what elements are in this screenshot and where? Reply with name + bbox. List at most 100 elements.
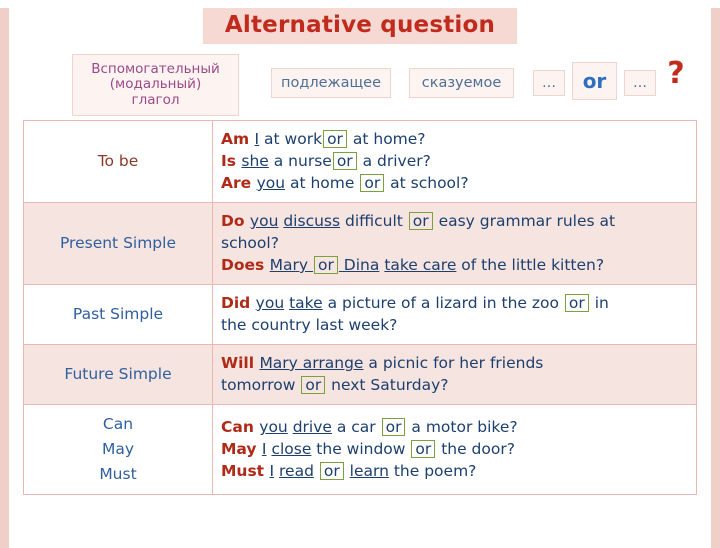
sentence-text: at home <box>285 174 360 192</box>
underlined-part: Mary <box>259 354 303 372</box>
row-label: Present Simple <box>23 202 213 285</box>
sentence-text: easy grammar rules at <box>433 212 616 230</box>
example-line: Will Mary arrange a picnic for her frien… <box>221 352 688 374</box>
underlined-part: you <box>259 418 288 437</box>
header-auxiliary-line3: глагол <box>131 91 180 108</box>
underlined-part: take <box>289 294 323 312</box>
table-body: To be Am I at work or at home? Is she a nur… <box>23 120 697 496</box>
sentence-text <box>314 462 319 480</box>
underlined-part: drive <box>292 418 332 437</box>
underlined-part: arrange <box>302 354 364 372</box>
table-row: To be Am I at work or at home? Is she a nur… <box>23 120 697 203</box>
aux-verb: Did <box>221 294 256 312</box>
table-row: Present Simple Do you discuss difficult o… <box>23 202 697 285</box>
sentence-text: tomorrow <box>221 376 301 394</box>
underlined-part: I <box>261 440 267 459</box>
aux-verb: Can <box>221 418 260 437</box>
aux-verb: Are <box>221 174 257 192</box>
header-dots-right: … <box>624 70 656 96</box>
or-box: or <box>564 294 589 313</box>
sentence-text: at home? <box>347 130 426 148</box>
underlined-part: take care <box>384 256 457 274</box>
sentence-text: school? <box>221 234 279 252</box>
header-question-mark: ? <box>667 55 685 91</box>
header-auxiliary-line2: (модальный) <box>109 76 202 93</box>
table-row: Can May Must Can you drive a car or a motor… <box>23 403 697 496</box>
aux-verb: Does <box>221 256 270 274</box>
title-container: Alternative question <box>9 8 711 44</box>
row-examples: Did you take a picture of a lizard in th… <box>212 284 697 345</box>
row-examples: Am I at work or at home? Is she a nurse or … <box>212 120 697 203</box>
row-label-line: Can <box>102 415 134 433</box>
example-line: Must I read or learn the poem? <box>221 460 688 482</box>
sentence-text: in <box>589 294 609 312</box>
header-predicate: сказуемое <box>409 68 514 98</box>
or-box: or <box>360 174 385 193</box>
aux-verb: Am <box>221 130 255 148</box>
table-row: Past Simple Did you take a picture of a l… <box>23 284 697 345</box>
sentence-pattern-header: Вспомогательный (модальный) глагол подле… <box>9 50 711 120</box>
underlined-part: discuss <box>283 212 341 230</box>
row-label: Past Simple <box>23 284 213 345</box>
or-box: or <box>314 256 338 275</box>
or-box: or <box>408 212 433 231</box>
example-line: Am I at work or at home? <box>221 128 688 150</box>
underlined-part: she <box>241 152 269 170</box>
sentence-text: the poem? <box>388 462 477 481</box>
header-subject: подлежащее <box>271 68 391 98</box>
example-line: Does Mary or Dina take care of the littl… <box>221 254 688 276</box>
sentence-text: the door? <box>436 440 515 459</box>
slide-page: Alternative question Вспомогательный (мо… <box>0 8 720 548</box>
sentence-text: the country last week? <box>221 316 398 334</box>
header-auxiliary-line1: Вспомогательный <box>91 60 220 77</box>
example-line: tomorrow or next Saturday? <box>221 374 688 396</box>
example-line: school? <box>221 232 688 254</box>
sentence-text: difficult <box>340 212 408 230</box>
underlined-part: learn <box>349 462 389 481</box>
sentence-text: at work <box>259 130 323 148</box>
or-box: or <box>319 462 344 481</box>
sentence-text: of the little kitten? <box>456 256 605 274</box>
aux-verb: Is <box>221 152 242 170</box>
example-line: Is she a nurse or a driver? <box>221 150 688 172</box>
example-line: Do you discuss difficult or easy grammar… <box>221 210 688 232</box>
underlined-part: Mary <box>269 256 314 274</box>
row-label-line: Must <box>99 464 137 483</box>
underlined-part: close <box>271 440 312 459</box>
sentence-text: a driver? <box>357 152 431 170</box>
sentence-text: at school? <box>385 174 469 192</box>
underlined-part: you <box>255 294 285 312</box>
header-auxiliary-verb: Вспомогательный (модальный) глагол <box>72 54 239 116</box>
aux-verb: Will <box>221 354 260 372</box>
header-dots-left: … <box>533 70 565 96</box>
or-box: or <box>381 418 406 437</box>
row-examples: Do you discuss difficult or easy grammar… <box>212 202 697 285</box>
or-box: or <box>411 440 436 459</box>
row-label-line: May <box>101 439 135 458</box>
sentence-text: a nurse <box>268 152 332 170</box>
sentence-text: a motor bike? <box>406 418 518 437</box>
sentence-text: a car <box>331 418 381 437</box>
row-examples: Will Mary arrange a picnic for her frien… <box>212 344 697 405</box>
sentence-text: a picture of a lizard in the zoo <box>322 294 564 312</box>
example-line: Did you take a picture of a lizard in th… <box>221 292 688 314</box>
underlined-part: you <box>256 174 286 192</box>
sentence-text: next Saturday? <box>326 376 449 394</box>
aux-verb: May <box>221 440 262 459</box>
or-box: or <box>323 130 347 149</box>
aux-verb: Must <box>221 462 270 481</box>
row-label: Future Simple <box>23 344 213 405</box>
tense-examples-table: To be Am I at work or at home? Is she a nur… <box>23 120 697 496</box>
underlined-part: read <box>279 462 314 481</box>
sentence-text: a picnic for her friends <box>363 354 544 372</box>
row-label: To be <box>23 120 213 203</box>
page-title: Alternative question <box>202 8 518 44</box>
header-or: or <box>572 62 617 100</box>
example-line: Can you drive a car or a motor bike? <box>221 416 688 438</box>
underlined-part: Dina <box>338 256 380 274</box>
example-line: Are you at home or at school? <box>221 172 688 194</box>
aux-verb: Do <box>221 212 250 230</box>
row-label: Can May Must <box>23 403 213 496</box>
underlined-part: you <box>249 212 279 230</box>
or-box: or <box>301 376 326 395</box>
